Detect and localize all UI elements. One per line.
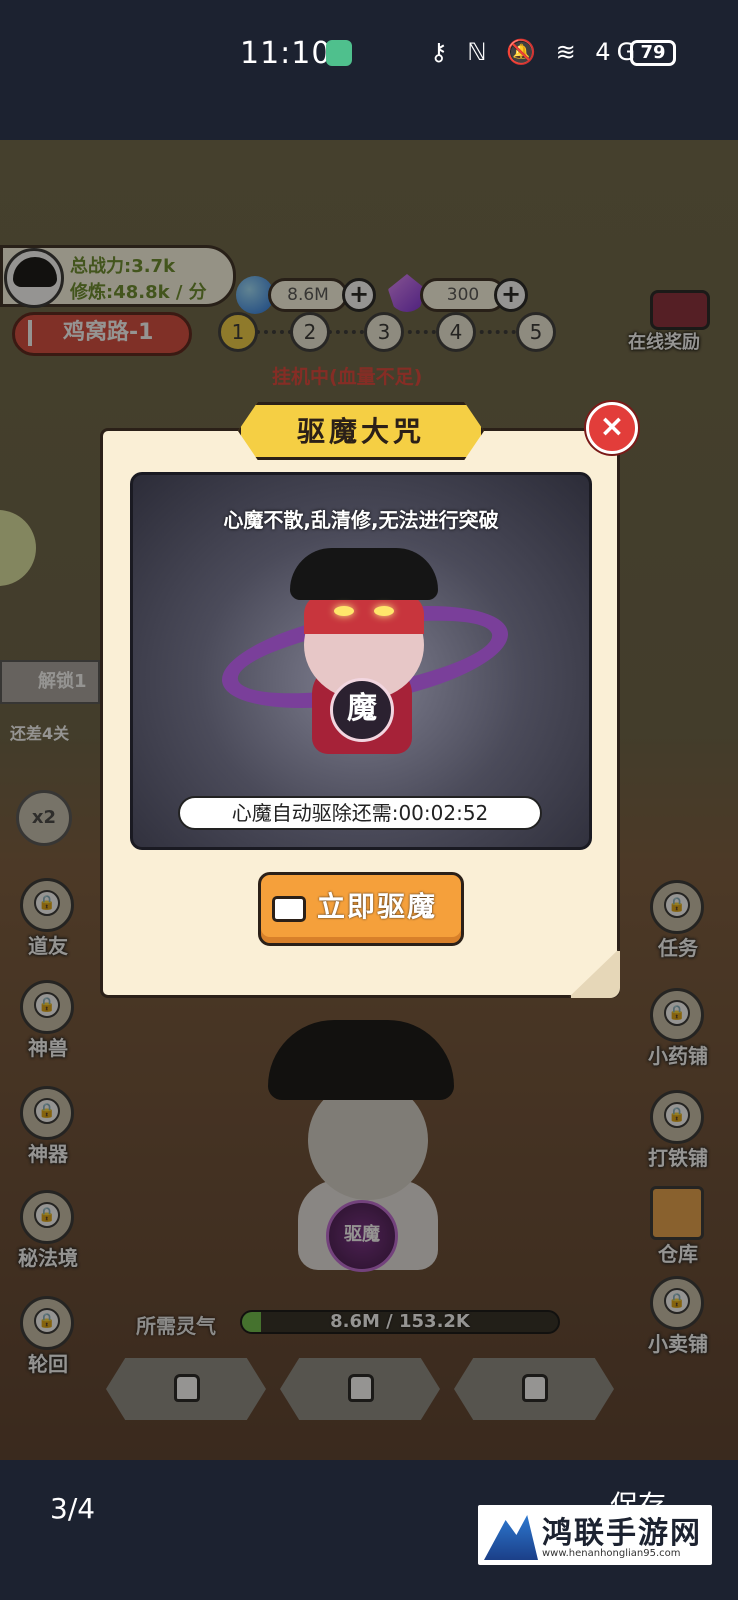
glowing-eye-icon	[374, 606, 394, 616]
status-bar: 11:10 ⚷ ℕ 🔕 ≋ 4G 79	[0, 0, 738, 140]
battery-icon: 79	[630, 40, 676, 66]
watermark-url: www.henanhonglian95.com	[542, 1548, 681, 1559]
close-button[interactable]: ×	[586, 402, 638, 454]
glowing-eye-icon	[334, 606, 354, 616]
viewer-bottom-bar: 3/4 保存 鸿联手游网 www.henanhonglian95.com	[0, 1460, 738, 1600]
demon-mask	[304, 594, 424, 634]
video-camera-icon	[272, 896, 306, 922]
page-counter: 3/4	[50, 1492, 96, 1525]
dialog-message: 心魔不散,乱清修,无法进行突破	[223, 508, 499, 532]
dialog-title: 驱魔大咒	[296, 415, 425, 448]
clock: 11:10	[240, 36, 332, 71]
auto-exorcise-timer: 心魔自动驱除还需:00:02:52	[178, 796, 542, 830]
demon-hair	[290, 548, 438, 600]
demon-seal: 魔	[330, 678, 394, 742]
status-icons: ⚷ ℕ 🔕 ≋ 4G	[430, 38, 642, 66]
game-viewport: 总战力:3.7k 修炼:48.8k / 分 8.6M + 300 + 鸡窝路-1…	[0, 140, 738, 1460]
app-notification-icon	[326, 40, 352, 66]
watermark-title: 鸿联手游网	[542, 1516, 702, 1551]
